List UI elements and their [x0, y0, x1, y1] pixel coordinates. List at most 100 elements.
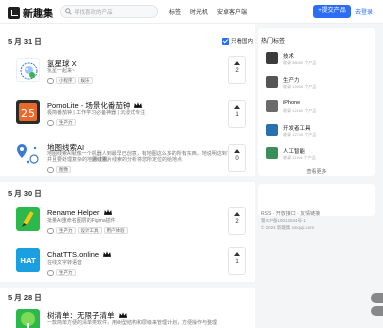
date-header: 5 月 30 日	[0, 184, 255, 200]
tag-list: 图像	[47, 166, 71, 173]
pencil-icon	[22, 211, 34, 227]
vote-count: 1	[235, 259, 239, 265]
upvote-arrow-icon	[234, 212, 240, 216]
tag-thumbnail	[266, 124, 278, 136]
vote-count: 2	[235, 219, 239, 225]
tag-thumbnail	[266, 76, 278, 88]
upvote-arrow-icon	[234, 252, 240, 256]
product-logo	[16, 309, 40, 328]
nav-android-client[interactable]: 安卓客户端	[217, 7, 247, 16]
hot-tag-name[interactable]: 技术	[283, 52, 294, 60]
product-logo: HAT	[16, 248, 40, 272]
cn-only-toggle[interactable]: 只看国内	[222, 37, 253, 45]
hot-tags-card: 热门标签 技术 收录 38090 个产品 生产力 收录 19406 个产品 iP…	[258, 28, 375, 176]
hot-tag-item[interactable]: 人工智能 收录 11194 个产品	[266, 147, 371, 167]
tag-list: 小程序 娱乐	[47, 77, 93, 84]
comment-icon[interactable]	[47, 227, 54, 234]
crown-icon	[134, 102, 143, 108]
hot-tag-count: 收录 19406 个产品	[283, 84, 317, 89]
search-icon	[65, 8, 72, 15]
tag[interactable]: 生产力	[56, 227, 76, 234]
checkbox-checked-icon[interactable]	[222, 37, 229, 45]
sidebar: 热门标签 技术 收录 38090 个产品 生产力 收录 19406 个产品 iP…	[258, 24, 383, 328]
search-box[interactable]: 寻找喜欢的产品	[60, 5, 158, 18]
comment-icon[interactable]	[47, 269, 54, 276]
map-pin-icon	[17, 144, 39, 164]
upvote-button[interactable]: 1	[228, 247, 246, 275]
tag-list: 生产力	[47, 269, 76, 276]
upvote-arrow-icon	[234, 149, 240, 153]
tag[interactable]: 小程序	[56, 77, 76, 84]
header: 新趣集 寻找喜欢的产品 标签 时光机 安卓客户端 +提交产品 去登录	[0, 0, 383, 24]
vote-count: 0	[235, 156, 239, 162]
tomato-timer-icon: 25	[19, 103, 37, 121]
product-desc-line2-prefix: 并且要处理复杂的地图线索，	[47, 157, 113, 163]
search-input[interactable]: 寻找喜欢的产品	[74, 8, 113, 16]
nav-tags[interactable]: 标签	[169, 7, 181, 16]
product-logo	[16, 142, 40, 166]
product-logo	[16, 207, 40, 231]
product-desc: 一款简单方便的清单类软件，用树型结构和层级来管理计划，方便操作与整理	[47, 320, 218, 326]
comment-icon[interactable]	[47, 119, 54, 126]
upvote-button[interactable]: 2	[228, 207, 246, 235]
product-logo	[16, 58, 40, 82]
product-feed: 5 月 31 日 只看国内 氢星球 X 氢星一起来~ 小程序 娱乐 2 25 P…	[0, 24, 255, 328]
product-title[interactable]: ChatTTS.online	[47, 250, 112, 259]
hot-tag-name[interactable]: 人工智能	[283, 147, 305, 155]
hot-tag-count: 收录 12160 个产品	[283, 108, 317, 113]
section-divider	[0, 176, 255, 182]
product-logo: 25	[16, 100, 40, 124]
tree-icon	[21, 312, 35, 328]
login-link[interactable]: 去登录	[355, 7, 373, 16]
copyright: © 2024 新趣集 xinquji.com	[261, 225, 315, 230]
tag-thumbnail	[266, 100, 278, 112]
date-header: 5 月 28 日	[0, 288, 255, 304]
footer-links[interactable]: RSS · 开放接口 · 友情链接	[261, 210, 320, 217]
hot-tag-name[interactable]: iPhone	[283, 100, 300, 106]
floating-button[interactable]	[371, 306, 383, 316]
svg-text:25: 25	[21, 107, 35, 120]
tag[interactable]: 图像	[56, 166, 71, 173]
product-title-text[interactable]: ChatTTS.online	[47, 250, 99, 259]
upvote-arrow-icon	[234, 105, 240, 109]
crown-icon	[118, 312, 127, 318]
product-title[interactable]: Rename Helper	[47, 208, 112, 217]
tag-thumbnail	[266, 52, 278, 64]
tag[interactable]: 设计工具	[77, 227, 102, 234]
tag-list: 生产力 设计工具 用户体验	[47, 227, 128, 234]
submit-product-button[interactable]: +提交产品	[313, 5, 351, 18]
tag[interactable]: 生产力	[56, 269, 76, 276]
vote-count: 2	[235, 68, 239, 74]
tag[interactable]: 生产力	[56, 119, 76, 126]
product-desc: 极简番茄钟 | 工作学习必备神器 | 沉浸式专注	[47, 110, 146, 116]
product-desc: 在线文字转语音	[47, 260, 83, 266]
hot-tag-name[interactable]: 开发者工具	[283, 124, 311, 132]
nav-time-machine[interactable]: 时光机	[190, 7, 208, 16]
hot-tag-item[interactable]: 开发者工具 收录 12740 个产品	[266, 124, 371, 144]
tag[interactable]: 娱乐	[77, 77, 93, 84]
hot-tag-item[interactable]: iPhone 收录 12160 个产品	[266, 100, 371, 120]
product-title-text[interactable]: Rename Helper	[47, 208, 100, 217]
cn-only-label: 只看国内	[231, 39, 254, 45]
icp-number[interactable]: 蜀ICP备19012534号-1	[261, 218, 306, 224]
hot-tag-item[interactable]: 技术 收录 38090 个产品	[266, 52, 371, 72]
crown-icon	[103, 209, 112, 215]
vote-count: 1	[235, 112, 239, 118]
date-header: 5 月 31 日 只看国内	[0, 32, 255, 48]
hot-tag-name[interactable]: 生产力	[283, 76, 300, 84]
comment-icon[interactable]	[47, 166, 54, 173]
view-more-link[interactable]: 查看更多	[258, 168, 375, 175]
logo-icon	[8, 6, 20, 19]
comment-icon[interactable]	[47, 77, 54, 84]
floating-button[interactable]	[371, 293, 383, 303]
upvote-arrow-icon	[234, 61, 240, 65]
upvote-button[interactable]: 1	[228, 100, 246, 128]
chattts-logo-icon: HAT	[16, 248, 40, 272]
upvote-button[interactable]: 2	[228, 56, 246, 84]
svg-text:HAT: HAT	[20, 257, 36, 265]
tag[interactable]: 用户体验	[103, 227, 128, 234]
logo[interactable]: 新趣集	[8, 5, 53, 20]
hot-tag-item[interactable]: 生产力 收录 19406 个产品	[266, 76, 371, 96]
upvote-button[interactable]: 0	[228, 144, 246, 172]
hot-tag-count: 收录 11194 个产品	[283, 155, 316, 160]
